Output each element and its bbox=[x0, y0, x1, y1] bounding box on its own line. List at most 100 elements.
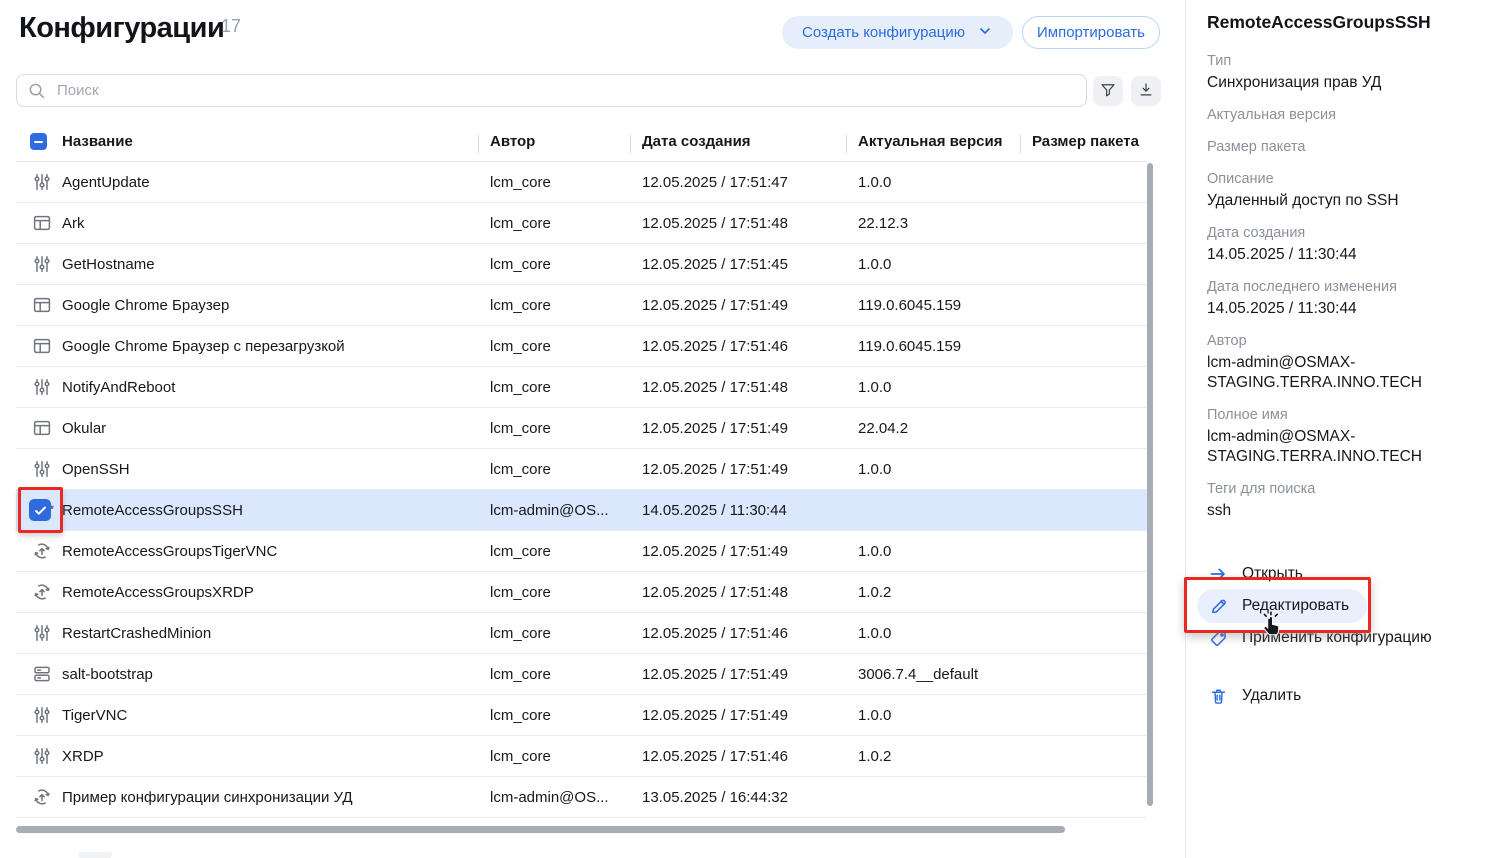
select-all-checkbox[interactable] bbox=[30, 133, 47, 150]
horizontal-scrollbar[interactable] bbox=[16, 826, 1065, 833]
open-action[interactable]: Открыть bbox=[1208, 558, 1488, 590]
column-header-version[interactable]: Актуальная версия bbox=[858, 133, 1032, 150]
details-title: RemoteAccessGroupsSSH bbox=[1207, 12, 1491, 33]
author-cell: lcm_core bbox=[490, 707, 642, 724]
author-cell: lcm-admin@OS... bbox=[490, 502, 642, 519]
row-checkbox[interactable] bbox=[29, 499, 51, 521]
table-row[interactable]: RemoteAccessGroupsSSH lcm-admin@OS... 14… bbox=[16, 490, 1147, 531]
created-date-cell: 12.05.2025 / 17:51:49 bbox=[642, 666, 858, 683]
detail-field: Тип Синхронизация прав УД bbox=[1207, 51, 1491, 93]
author-cell: lcm_core bbox=[490, 543, 642, 560]
app-window-icon bbox=[32, 418, 52, 438]
config-name-cell: RemoteAccessGroupsTigerVNC bbox=[62, 543, 490, 560]
created-date-cell: 12.05.2025 / 17:51:46 bbox=[642, 625, 858, 642]
detail-field-value: Синхронизация прав УД bbox=[1207, 73, 1487, 93]
table-row[interactable]: RemoteAccessGroupsXRDP lcm_core 12.05.20… bbox=[16, 572, 1147, 613]
import-button[interactable]: Импортировать bbox=[1022, 16, 1160, 49]
table-row[interactable]: AgentUpdate lcm_core 12.05.2025 / 17:51:… bbox=[16, 162, 1147, 203]
table-row[interactable]: RestartCrashedMinion lcm_core 12.05.2025… bbox=[16, 613, 1147, 654]
table-row[interactable]: Google Chrome Браузер lcm_core 12.05.202… bbox=[16, 285, 1147, 326]
edit-action[interactable]: Редактировать bbox=[1208, 590, 1488, 622]
created-date-cell: 13.05.2025 / 16:44:32 bbox=[642, 789, 858, 806]
edit-action-label: Редактировать bbox=[1242, 597, 1349, 615]
column-header-size[interactable]: Размер пакета bbox=[1032, 133, 1147, 150]
create-config-label: Создать конфигурацию bbox=[802, 24, 965, 41]
author-cell: lcm_core bbox=[490, 420, 642, 437]
app-window-icon bbox=[32, 213, 52, 233]
delete-action[interactable]: Удалить bbox=[1208, 680, 1488, 712]
search-input[interactable] bbox=[16, 74, 1087, 107]
app-window-icon bbox=[32, 336, 52, 356]
config-name-cell: Google Chrome Браузер с перезагрузкой bbox=[62, 338, 490, 355]
detail-field-label: Тип bbox=[1207, 51, 1491, 71]
config-name-cell: AgentUpdate bbox=[62, 174, 490, 191]
table-row[interactable]: Google Chrome Браузер с перезагрузкой lc… bbox=[16, 326, 1147, 367]
detail-field-value: ssh bbox=[1207, 501, 1487, 521]
sliders-icon bbox=[32, 377, 52, 397]
detail-field-label: Актуальная версия bbox=[1207, 105, 1491, 125]
create-config-button[interactable]: Создать конфигурацию bbox=[782, 16, 1013, 49]
author-cell: lcm_core bbox=[490, 174, 642, 191]
config-name-cell: Ark bbox=[62, 215, 490, 232]
config-name-cell: OpenSSH bbox=[62, 461, 490, 478]
created-date-cell: 12.05.2025 / 17:51:46 bbox=[642, 748, 858, 765]
table-row[interactable]: XRDP lcm_core 12.05.2025 / 17:51:46 1.0.… bbox=[16, 736, 1147, 777]
tag-icon bbox=[1208, 628, 1228, 648]
filter-button[interactable] bbox=[1093, 76, 1123, 106]
search-icon bbox=[27, 81, 46, 105]
version-cell: 119.0.6045.159 bbox=[858, 297, 1032, 314]
download-icon bbox=[1137, 81, 1155, 102]
author-cell: lcm-admin@OS... bbox=[490, 789, 642, 806]
detail-field: Теги для поиска ssh bbox=[1207, 479, 1491, 521]
table-row[interactable]: OpenSSH lcm_core 12.05.2025 / 17:51:49 1… bbox=[16, 449, 1147, 490]
pagination-fragment bbox=[78, 852, 112, 858]
author-cell: lcm_core bbox=[490, 379, 642, 396]
version-cell: 119.0.6045.159 bbox=[858, 338, 1032, 355]
export-button[interactable] bbox=[1131, 76, 1161, 106]
details-sidebar: RemoteAccessGroupsSSH Тип Синхронизация … bbox=[1186, 0, 1505, 858]
config-name-cell: NotifyAndReboot bbox=[62, 379, 490, 396]
trash-icon bbox=[1208, 686, 1228, 706]
created-date-cell: 14.05.2025 / 11:30:44 bbox=[642, 502, 858, 519]
details-actions: Открыть Редактировать Применить конфигурац… bbox=[1208, 558, 1488, 712]
version-cell: 1.0.0 bbox=[858, 256, 1032, 273]
table-row[interactable]: NotifyAndReboot lcm_core 12.05.2025 / 17… bbox=[16, 367, 1147, 408]
config-name-cell: salt-bootstrap bbox=[62, 666, 490, 683]
table-row[interactable]: Okular lcm_core 12.05.2025 / 17:51:49 22… bbox=[16, 408, 1147, 449]
column-header-created[interactable]: Дата создания bbox=[642, 133, 858, 150]
version-cell: 1.0.0 bbox=[858, 543, 1032, 560]
table-row[interactable]: Пример конфигурации синхронизации УД lcm… bbox=[16, 777, 1147, 818]
main-panel: Конфигурации 17 Создать конфигурацию Имп… bbox=[0, 0, 1185, 858]
sliders-icon bbox=[32, 705, 52, 725]
table-row[interactable]: Ark lcm_core 12.05.2025 / 17:51:48 22.12… bbox=[16, 203, 1147, 244]
table-row[interactable]: TigerVNC lcm_core 12.05.2025 / 17:51:49 … bbox=[16, 695, 1147, 736]
created-date-cell: 12.05.2025 / 17:51:45 bbox=[642, 256, 858, 273]
apply-config-action[interactable]: Применить конфигурацию bbox=[1208, 622, 1488, 654]
version-cell: 3006.7.4__default bbox=[858, 666, 1032, 683]
detail-field-label: Дата создания bbox=[1207, 223, 1491, 243]
table-row[interactable]: GetHostname lcm_core 12.05.2025 / 17:51:… bbox=[16, 244, 1147, 285]
version-cell: 1.0.0 bbox=[858, 625, 1032, 642]
detail-field: Автор lcm-admin@OSMAX-STAGING.TERRA.INNO… bbox=[1207, 331, 1491, 393]
detail-field-value: 14.05.2025 / 11:30:44 bbox=[1207, 245, 1487, 265]
author-cell: lcm_core bbox=[490, 666, 642, 683]
sliders-icon bbox=[32, 172, 52, 192]
author-cell: lcm_core bbox=[490, 461, 642, 478]
sliders-icon bbox=[32, 459, 52, 479]
detail-field: Актуальная версия bbox=[1207, 105, 1491, 125]
config-name-cell: XRDP bbox=[62, 748, 490, 765]
column-header-author[interactable]: Автор bbox=[490, 133, 642, 150]
table-row[interactable]: salt-bootstrap lcm_core 12.05.2025 / 17:… bbox=[16, 654, 1147, 695]
vertical-scrollbar[interactable] bbox=[1147, 163, 1153, 806]
author-cell: lcm_core bbox=[490, 338, 642, 355]
sliders-icon bbox=[32, 254, 52, 274]
column-header-name[interactable]: Название bbox=[62, 133, 490, 150]
config-name-cell: Пример конфигурации синхронизации УД bbox=[62, 789, 490, 806]
funnel-icon bbox=[1099, 81, 1117, 102]
table-row[interactable]: RemoteAccessGroupsTigerVNC lcm_core 12.0… bbox=[16, 531, 1147, 572]
author-cell: lcm_core bbox=[490, 215, 642, 232]
detail-field: Полное имя lcm-admin@OSMAX-STAGING.TERRA… bbox=[1207, 405, 1491, 467]
arrow-right-icon bbox=[1208, 564, 1228, 584]
table-header: Название Автор Дата создания Актуальная … bbox=[16, 122, 1147, 162]
app-window-icon bbox=[32, 295, 52, 315]
